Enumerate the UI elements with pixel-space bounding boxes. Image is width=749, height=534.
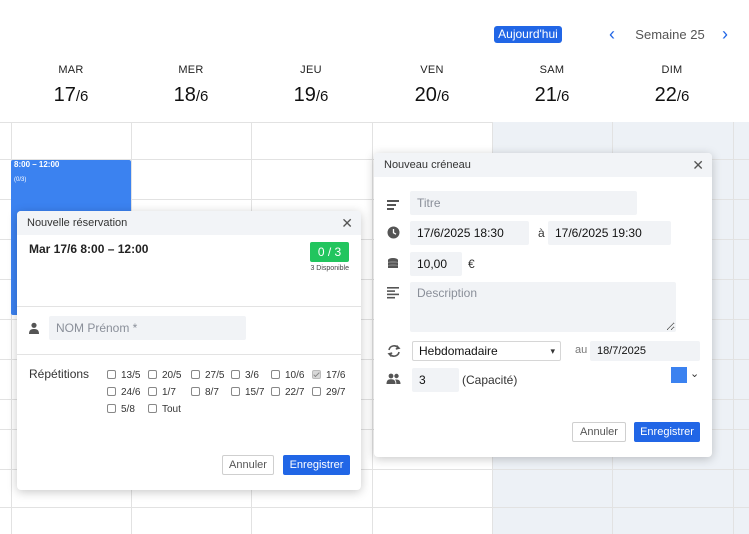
day-month: /6 [75, 88, 89, 105]
start-datetime-input[interactable]: 17/6/2025 18:30 [410, 221, 529, 245]
save-button[interactable]: Enregistrer [283, 455, 350, 475]
coins-icon [387, 257, 401, 271]
repetition-checkbox[interactable]: 27/5 [191, 370, 224, 382]
event-capacity: (0/3) [14, 177, 27, 183]
close-icon[interactable]: ✕ [692, 157, 704, 174]
until-label: au [575, 344, 588, 356]
repetitions-label: Répétitions [29, 367, 90, 381]
recurrence-value: Hebdomadaire [419, 344, 498, 358]
repetition-checkbox[interactable]: 8/7 [191, 387, 219, 399]
cancel-button[interactable]: Annuler [572, 422, 626, 442]
repetition-checkbox[interactable]: 1/7 [148, 387, 176, 399]
previous-week-icon[interactable]: ‹ [604, 23, 620, 45]
slot-summary: Mar 17/6 8:00 – 12:00 [29, 242, 149, 256]
day-name: VEN [420, 64, 444, 76]
repetition-checkbox[interactable]: 29/7 [312, 387, 345, 399]
day-month: /6 [315, 88, 329, 105]
chevron-down-icon[interactable]: ⌄ [690, 367, 699, 380]
currency-label: € [468, 257, 475, 271]
day-month: /6 [195, 88, 209, 105]
next-week-icon[interactable]: › [717, 23, 733, 45]
capacity-badge: 0 / 3 [310, 242, 349, 262]
day-number: 18 [173, 84, 196, 106]
day-month: /6 [676, 88, 690, 105]
capacity-input[interactable]: 3 [412, 368, 459, 392]
new-slot-dialog: Nouveau créneau ✕ 17/6/2025 18:30 à 17/6… [374, 153, 712, 457]
repetition-checkbox-all[interactable]: Tout [148, 404, 181, 416]
day-number: 21 [534, 84, 557, 106]
price-input[interactable]: 10,00 [410, 252, 462, 276]
end-datetime-input[interactable]: 17/6/2025 19:30 [548, 221, 671, 245]
day-name: DIM [661, 64, 683, 76]
day-name: MER [178, 64, 204, 76]
description-lines-icon [387, 286, 401, 300]
day-name: MAR [58, 64, 84, 76]
repetition-checkbox[interactable]: 3/6 [231, 370, 259, 382]
repetition-checkbox[interactable]: 10/6 [271, 370, 304, 382]
day-name: JEU [300, 64, 322, 76]
recurrence-select[interactable]: Hebdomadaire ▾ [412, 341, 561, 361]
repetition-checkbox[interactable]: 5/8 [107, 404, 135, 416]
to-label: à [538, 226, 545, 240]
divider [17, 306, 361, 307]
until-date-input[interactable]: 18/7/2025 [590, 341, 700, 361]
close-icon[interactable]: ✕ [341, 215, 353, 232]
day-number: 22 [654, 84, 677, 106]
repetition-checkbox[interactable]: 20/5 [148, 370, 181, 382]
dialog-header: Nouveau créneau ✕ [374, 153, 712, 177]
name-input[interactable] [49, 316, 246, 340]
repetition-checkbox[interactable]: 13/5 [107, 370, 140, 382]
day-number: 17 [53, 84, 76, 106]
user-icon [28, 321, 42, 335]
users-icon [386, 372, 401, 386]
cancel-button[interactable]: Annuler [222, 455, 274, 475]
dialog-title: Nouvelle réservation [27, 217, 128, 229]
today-button[interactable]: Aujourd'hui [494, 26, 562, 43]
day-header-mar: MAR 17/6 [11, 64, 131, 107]
clock-icon [387, 226, 401, 240]
dialog-header: Nouvelle réservation ✕ [17, 211, 361, 235]
repetition-checkbox[interactable]: 15/7 [231, 387, 264, 399]
day-month: /6 [436, 88, 450, 105]
divider [17, 354, 361, 355]
availability-text: 3 Disponible [310, 265, 349, 272]
dialog-title: Nouveau créneau [384, 159, 471, 171]
day-header-dim: DIM 22/6 [612, 64, 732, 107]
repetition-checkbox[interactable]: 24/6 [107, 387, 140, 399]
color-swatch[interactable] [671, 367, 687, 383]
repeat-icon [387, 344, 401, 358]
day-number: 20 [414, 84, 437, 106]
event-time: 8:00 – 12:00 [14, 160, 60, 169]
capacity-label: (Capacité) [462, 373, 518, 387]
title-lines-icon [387, 198, 401, 212]
reservation-dialog: Nouvelle réservation ✕ Mar 17/6 8:00 – 1… [17, 211, 361, 490]
day-header-jeu: JEU 19/6 [251, 64, 371, 107]
day-header-sam: SAM 21/6 [492, 64, 612, 107]
chevron-down-icon: ▾ [550, 346, 555, 356]
description-textarea[interactable] [410, 282, 676, 332]
day-header-mer: MER 18/6 [131, 64, 251, 107]
repetition-checkbox-checked[interactable]: 17/6 [312, 370, 345, 382]
repetition-checkbox[interactable]: 22/7 [271, 387, 304, 399]
day-number: 19 [293, 84, 316, 106]
week-label: Semaine 25 [635, 27, 705, 42]
title-input[interactable] [410, 191, 637, 215]
day-name: SAM [539, 64, 565, 76]
save-button[interactable]: Enregistrer [634, 422, 700, 442]
day-month: /6 [556, 88, 570, 105]
day-header-ven: VEN 20/6 [372, 64, 492, 107]
